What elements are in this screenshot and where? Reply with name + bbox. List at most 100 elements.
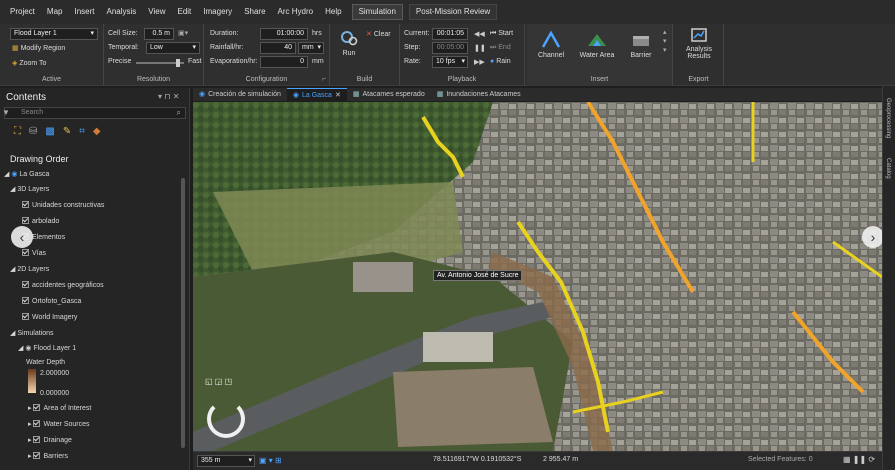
clear-x-icon: ✕ [366,31,372,38]
layer-item[interactable]: World Imagery [22,313,77,321]
close-icon[interactable]: ✕ [335,89,341,102]
group-label-insert: Insert [590,76,609,83]
step-forward-icon[interactable]: ▶▶ [474,58,485,66]
layer-item[interactable]: Vías [22,249,46,257]
scene-view[interactable]: Av. Antonio José de Sucre ◱ ◲ ◳ [193,102,882,451]
flood-layer-select[interactable]: Flood Layer 1 ▾ [10,28,98,40]
filter-icon[interactable]: ▼ [2,108,10,117]
resolution-slider-thumb[interactable] [176,59,180,67]
menu-imagery[interactable]: Imagery [197,0,238,24]
labeling-icon[interactable]: ◆ [93,126,101,137]
selection-icon[interactable]: ▩ [45,126,54,137]
layer-checkbox[interactable] [22,217,29,224]
cell-size-input[interactable]: 0.5 m [144,28,174,40]
analysis-results-button[interactable]: Analysis Results [678,26,720,60]
grid-settings-icon[interactable]: ▣▾ [178,29,188,37]
data-source-icon[interactable]: ⛁ [29,126,37,137]
menu-share[interactable]: Share [238,0,271,24]
sim-item[interactable]: ▸ Area of Interest [28,404,91,412]
temporal-select[interactable]: Low ▾ [146,42,200,54]
layer-checkbox[interactable] [22,281,29,288]
pane-options-icon[interactable]: ▾ ⊓ ✕ [158,92,179,101]
gallery-scroll-icon[interactable]: ▴ ▾ ▾ [663,28,667,55]
menu-analysis[interactable]: Analysis [100,0,142,24]
layer-checkbox[interactable] [33,452,41,459]
layer-checkbox[interactable] [22,249,29,256]
step-back-icon[interactable]: ◀◀ [474,30,485,38]
contents-search-box[interactable]: Search ⌕ [4,107,186,119]
layer-item[interactable]: Unidades constructivas [22,201,104,209]
modify-region-icon: ▦ [12,45,19,52]
radio-icon[interactable]: ◉ [25,345,31,352]
pause-icon[interactable]: ❚❚ [474,44,486,52]
run-button[interactable]: Run [336,28,362,57]
layer-checkbox[interactable] [33,404,41,411]
menu-edit[interactable]: Edit [171,0,197,24]
drawing-order-icon[interactable]: ⛶ [14,126,21,137]
barrier-button[interactable]: Barrier [623,30,659,59]
evaporation-input[interactable]: 0 [260,56,308,68]
step-input[interactable]: 00:05:00 [432,42,468,54]
group-3d-layers[interactable]: ◢ 3D Layers [10,185,49,193]
tab-la-gasca[interactable]: ◉ La Gasca ✕ [286,88,347,102]
group-2d-layers[interactable]: ◢ 2D Layers [10,265,49,273]
view-toggle-icon[interactable]: ▣ ▾ ⊞ [259,456,282,465]
rate-select[interactable]: 10 fps ▾ [432,56,468,68]
channel-button[interactable]: Channel [531,30,571,59]
clear-button[interactable]: ✕ Clear [366,30,391,38]
water-area-button[interactable]: Water Area [575,30,619,59]
rainfall-unit-select[interactable]: mm ▾ [298,42,324,54]
evaporation-unit: mm [312,58,324,65]
layer-checkbox[interactable] [22,201,29,208]
tab-atacames-esperado[interactable]: ▦ Atacames esperado [347,88,431,101]
status-tool-icons[interactable]: ▦ ❚❚ ⟳ [843,455,875,464]
end-button[interactable]: ⏭ End [490,44,511,52]
rain-button[interactable]: ● Rain [490,58,511,65]
water-area-icon [588,34,606,46]
tab-inundaciones-atacames[interactable]: ▦ Inundaciones Atacames [431,88,527,101]
layer-item[interactable]: Ortofoto_Gasca [22,297,81,305]
previous-arrow-icon[interactable]: ‹ [11,226,33,248]
resolution-slider[interactable] [136,59,184,67]
menu-map[interactable]: Map [41,0,69,24]
group-simulations[interactable]: ◢ Simulations [10,329,54,337]
next-arrow-icon[interactable]: › [862,226,884,248]
tab-post-mission-review[interactable]: Post-Mission Review [408,4,498,20]
menu-project[interactable]: Project [4,0,41,24]
menu-insert[interactable]: Insert [68,0,100,24]
geoprocessing-tab[interactable]: Geoprocessing [885,98,891,138]
sim-item[interactable]: ▸ Barriers [28,452,68,460]
flood-layer-node[interactable]: ◢ ◉ Flood Layer 1 [18,344,76,352]
editing-icon[interactable]: ✎ [63,126,71,137]
start-button[interactable]: ⏮ Start [490,30,513,38]
contents-scrollbar[interactable] [181,178,185,448]
menu-view[interactable]: View [142,0,171,24]
ribbon-group-build: Run ✕ Clear Build [330,24,400,86]
tab-creacion-simulacion[interactable]: ◉ Creación de simulación [193,88,287,101]
snapping-icon[interactable]: ⌗ [79,126,85,137]
layer-item[interactable]: arbolado [22,217,59,225]
navigator-small-icons[interactable]: ◱ ◲ ◳ [205,377,232,386]
sim-item[interactable]: ▸ Water Sources [28,420,90,428]
duration-input[interactable]: 01:00:00 [260,28,308,40]
contents-title: Contents [6,92,47,103]
scale-select[interactable]: 355 m ▾ [197,455,255,467]
sim-item[interactable]: ▸ Drainage [28,436,72,444]
zoom-to-button[interactable]: ◈ Zoom To [12,59,46,67]
catalog-tab[interactable]: Catalog [885,158,891,179]
map-node-la-gasca[interactable]: ◢ ◉ La Gasca [4,170,49,178]
layer-item[interactable]: accidentes geográficos [22,281,104,289]
layer-checkbox[interactable] [22,313,29,320]
navigator-rotate-icon[interactable] [207,400,245,438]
menu-arc-hydro[interactable]: Arc Hydro [272,0,320,24]
layer-checkbox[interactable] [33,436,41,443]
menu-help[interactable]: Help [319,0,347,24]
current-time-input[interactable]: 00:01:05 [432,28,468,40]
layer-checkbox[interactable] [33,420,41,427]
tab-simulation[interactable]: Simulation [351,4,403,20]
layer-checkbox[interactable] [22,297,29,304]
channel-label: Channel [537,52,565,59]
rainfall-input[interactable]: 40 [260,42,296,54]
modify-region-button[interactable]: ▦ Modify Region [12,44,65,52]
dialog-launcher-icon[interactable]: ⌐ [322,76,326,83]
